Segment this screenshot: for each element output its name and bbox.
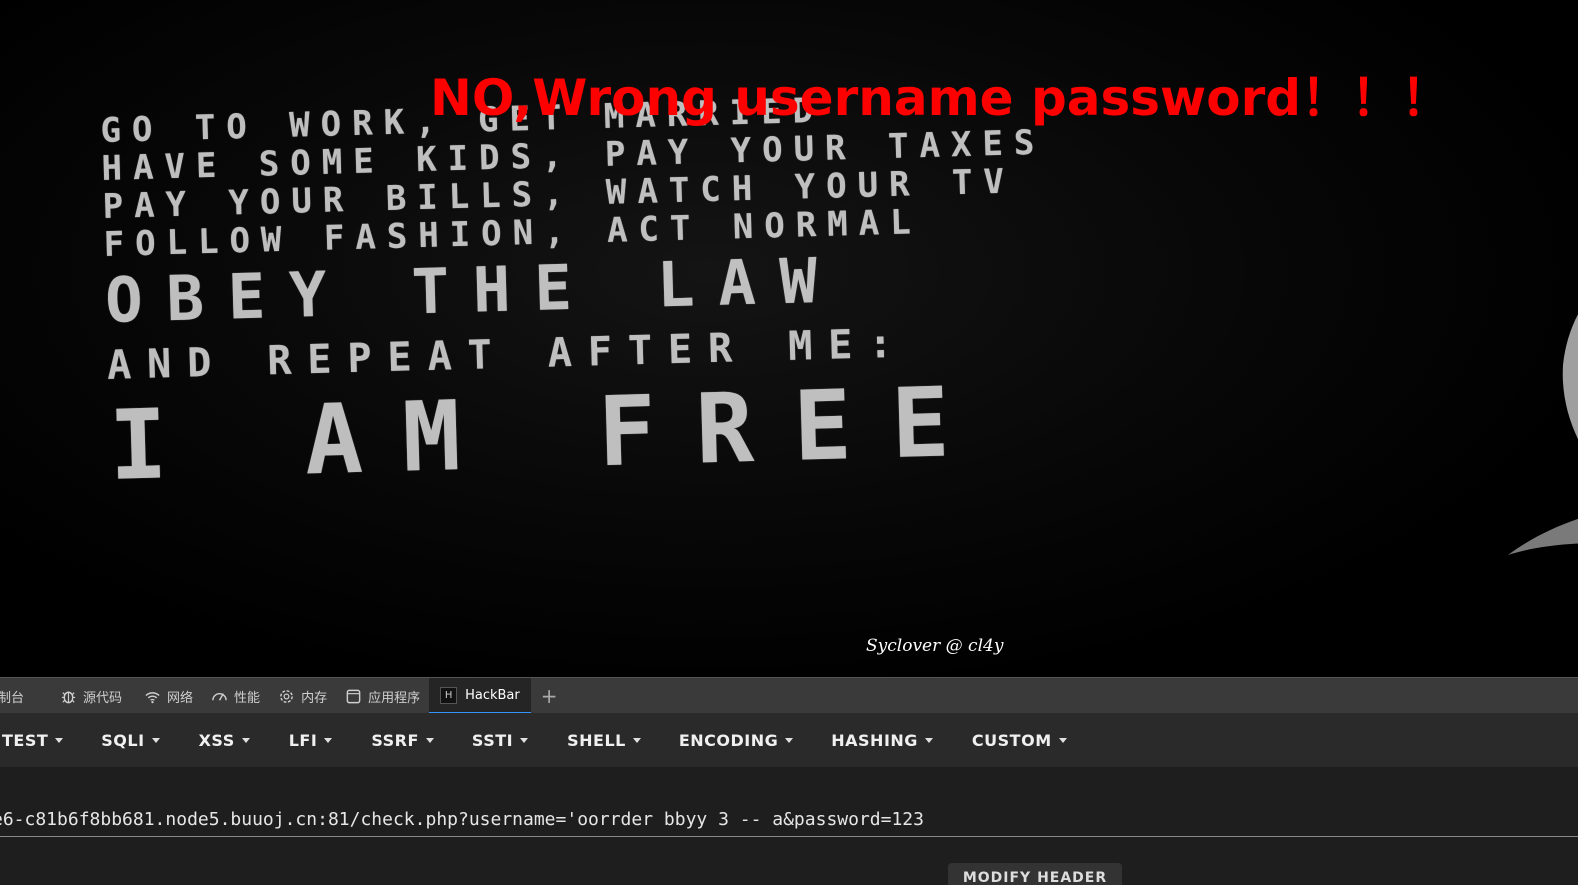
tab-label: 制台 xyxy=(0,690,25,706)
caret-down-icon xyxy=(151,737,160,743)
tab-performance[interactable]: 性能 xyxy=(202,678,269,714)
menu-label: LFI xyxy=(288,730,318,750)
menu-ssrf[interactable]: SSRF xyxy=(371,731,434,750)
url-text: e6-c81b6f8bb681.node5.buuoj.cn:81/check.… xyxy=(0,809,924,830)
caret-down-icon xyxy=(324,737,333,743)
menu-label: SSTI xyxy=(471,730,514,750)
tab-label: 内存 xyxy=(301,690,328,706)
menu-ssti[interactable]: SSTI xyxy=(471,730,529,750)
silhouette-image xyxy=(1508,314,1578,555)
tab-network[interactable]: 网络 xyxy=(135,678,202,714)
tab-label: 网络 xyxy=(167,690,194,706)
menu-label: SHELL xyxy=(567,730,626,750)
menu-label: XSS xyxy=(198,730,235,750)
menu-label: SSRF xyxy=(371,730,419,750)
tab-label: 性能 xyxy=(234,690,261,706)
menu-custom[interactable]: CUSTOM xyxy=(972,731,1067,750)
menu-sqli[interactable]: SQLI xyxy=(101,730,160,750)
caret-down-icon xyxy=(785,737,794,743)
menu-xss[interactable]: XSS xyxy=(199,731,250,750)
tab-label: HackBar xyxy=(465,687,520,703)
error-message: NO,Wrong username password！！！ xyxy=(430,69,1452,127)
caret-down-icon xyxy=(1058,737,1067,743)
tab-memory[interactable]: 内存 xyxy=(269,678,336,714)
devtools-tab-strip: 制台 源代码 网络 性能 内存 应用程序 H HackBar + xyxy=(0,677,1578,714)
caret-down-icon xyxy=(55,737,64,743)
browser-window: GO TO WORK, GET MARRIED HAVE SOME KIDS, … xyxy=(0,0,1578,885)
hackbar-menu: TEST SQLI XSS LFI SSRF SSTI SHELL ENCODI… xyxy=(0,713,1578,767)
menu-encoding[interactable]: ENCODING xyxy=(678,730,794,750)
modify-header-button[interactable]: MODIFY HEADER xyxy=(948,863,1122,885)
menu-label: SQLI xyxy=(101,730,145,750)
url-input[interactable]: e6-c81b6f8bb681.node5.buuoj.cn:81/check.… xyxy=(0,807,1578,837)
tab-label: 应用程序 xyxy=(368,690,421,706)
menu-label: ENCODING xyxy=(678,730,779,750)
window-icon xyxy=(346,689,361,703)
tab-sources[interactable]: 源代码 xyxy=(51,678,131,714)
tab-hackbar[interactable]: H HackBar xyxy=(429,678,531,714)
menu-label: CUSTOM xyxy=(971,730,1052,750)
caret-down-icon xyxy=(241,737,250,743)
wifi-icon xyxy=(145,691,160,703)
hackbar-url-area: e6-c81b6f8bb681.node5.buuoj.cn:81/check.… xyxy=(0,767,1578,885)
tab-console[interactable]: 制台 xyxy=(0,678,33,714)
caret-down-icon xyxy=(425,737,434,743)
bug-icon xyxy=(61,691,76,703)
tab-label: 源代码 xyxy=(83,690,123,706)
hackbar-icon: H xyxy=(440,686,458,704)
slogan-wall: GO TO WORK, GET MARRIED HAVE SOME KIDS, … xyxy=(100,81,1220,502)
credit-text: Syclover @ cl4y xyxy=(866,636,1004,656)
menu-label: HASHING xyxy=(831,730,918,750)
tab-application[interactable]: 应用程序 xyxy=(336,678,429,714)
menu-test[interactable]: TEST xyxy=(2,730,64,750)
caret-down-icon xyxy=(520,737,529,743)
menu-hashing[interactable]: HASHING xyxy=(831,731,933,750)
caret-down-icon xyxy=(632,737,641,743)
add-tab-button[interactable]: + xyxy=(531,684,568,708)
caret-down-icon xyxy=(924,737,933,743)
gauge-icon xyxy=(212,692,227,701)
menu-lfi[interactable]: LFI xyxy=(289,731,333,750)
web-page: GO TO WORK, GET MARRIED HAVE SOME KIDS, … xyxy=(0,0,1578,677)
menu-label: TEST xyxy=(2,730,49,750)
gear-icon xyxy=(280,689,293,703)
menu-shell[interactable]: SHELL xyxy=(567,731,641,750)
